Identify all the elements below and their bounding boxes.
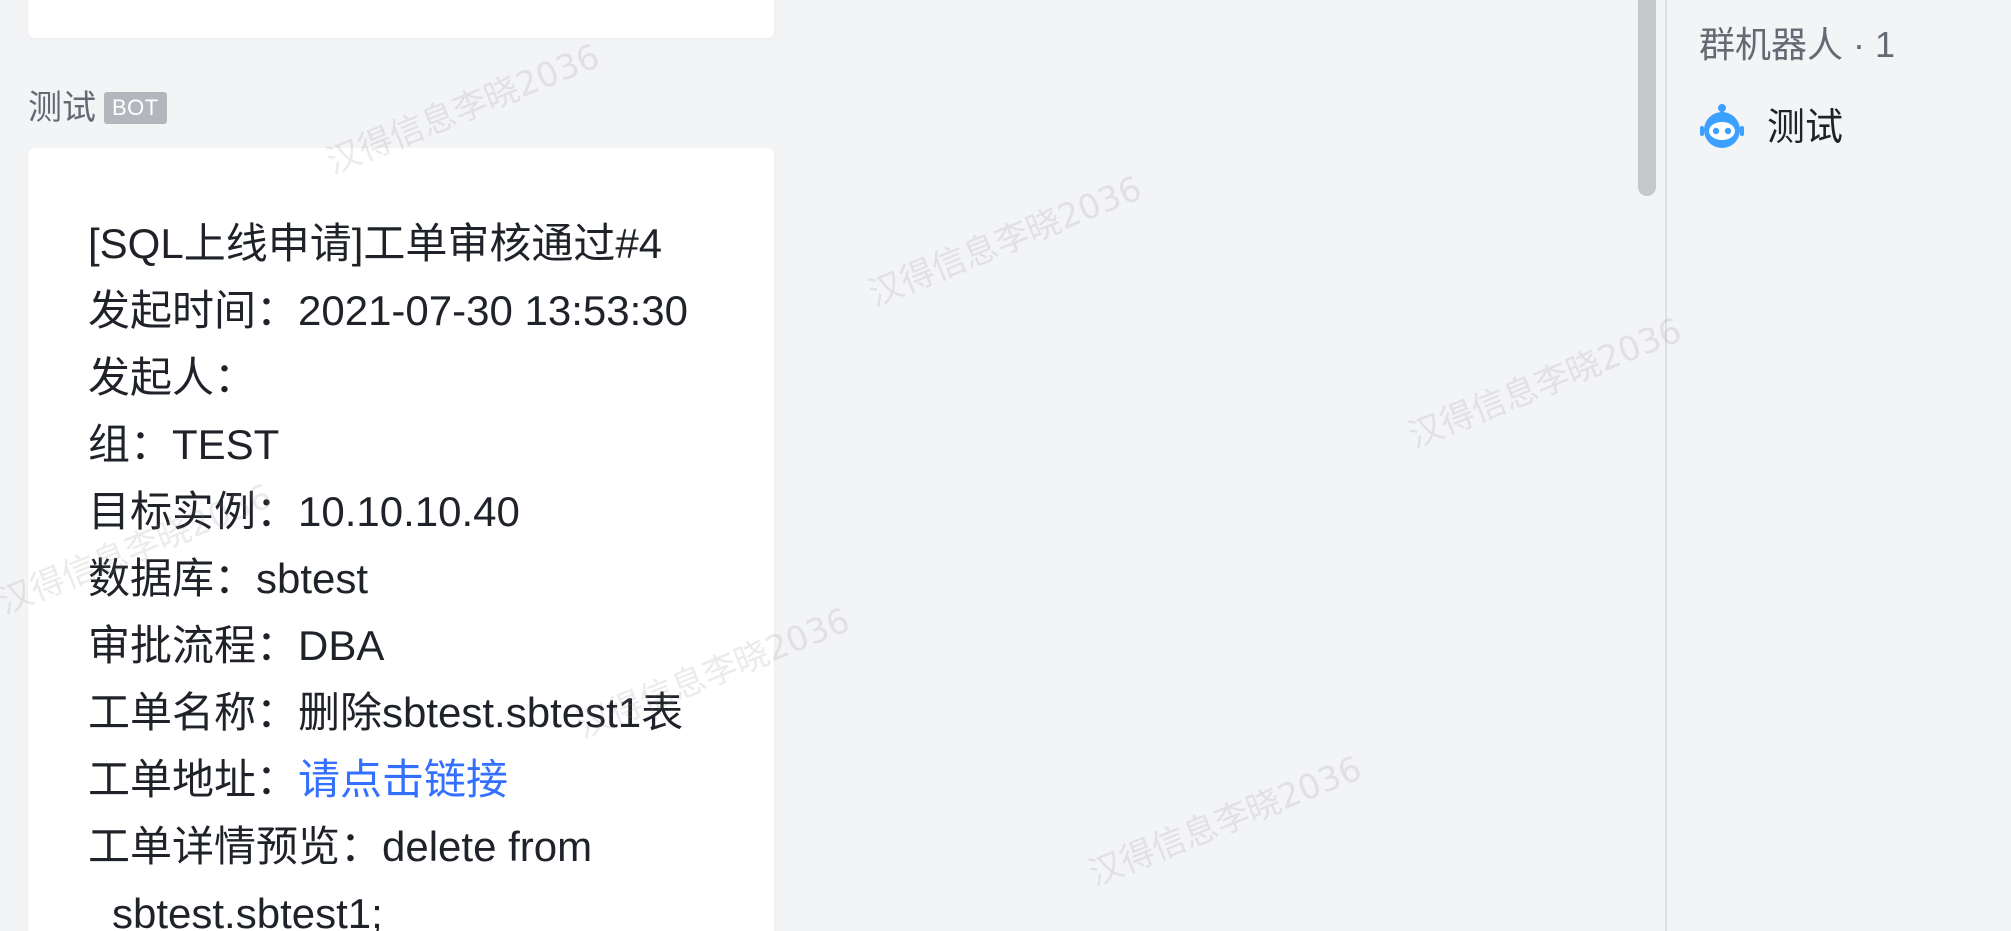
bot-badge: BOT xyxy=(104,92,167,124)
group-bots-panel: 群机器人 · 1 测试 xyxy=(1667,0,2011,931)
sender-name[interactable]: 测试 xyxy=(28,88,96,128)
message-line-approval-flow: 审批流程：DBA xyxy=(88,622,385,669)
message-line-ticket-address: 工单地址：请点击链接 xyxy=(88,746,688,813)
previous-message-bubble[interactable] xyxy=(28,0,774,38)
chat-area[interactable]: 测试 BOT [SQL上线申请]工单审核通过#4 发起时间：2021-07-30… xyxy=(0,0,1641,931)
ticket-address-label: 工单地址： xyxy=(88,756,299,803)
robot-icon xyxy=(1697,100,1747,155)
message-line-database: 数据库：sbtest xyxy=(88,555,369,602)
message-line-preview-continuation: sbtest.sbtest1; xyxy=(112,890,383,931)
message-line-group: 组：TEST xyxy=(88,421,280,468)
bot-list-item[interactable]: 测试 xyxy=(1697,100,1843,155)
message-line-ticket-name: 工单名称：删除sbtest.sbtest1表 xyxy=(88,689,684,736)
group-bots-header: 群机器人 · 1 xyxy=(1699,24,1896,65)
message-line-title: [SQL上线申请]工单审核通过#4 xyxy=(88,220,663,267)
message-bubble[interactable]: [SQL上线申请]工单审核通过#4 发起时间：2021-07-30 13:53:… xyxy=(28,148,774,931)
message-line-preview: 工单详情预览：delete from xyxy=(88,823,593,870)
bot-name: 测试 xyxy=(1767,106,1844,149)
scrollbar-thumb[interactable] xyxy=(1638,0,1656,196)
message-sender: 测试 BOT xyxy=(28,88,167,128)
message-line-initiator: 发起人： xyxy=(88,354,257,401)
message-line-target-instance: 目标实例：10.10.10.40 xyxy=(88,488,520,535)
ticket-link[interactable]: 请点击链接 xyxy=(298,756,508,803)
message-body: [SQL上线申请]工单审核通过#4 发起时间：2021-07-30 13:53:… xyxy=(88,210,688,931)
message-line-start-time: 发起时间：2021-07-30 13:53:30 xyxy=(88,287,688,334)
